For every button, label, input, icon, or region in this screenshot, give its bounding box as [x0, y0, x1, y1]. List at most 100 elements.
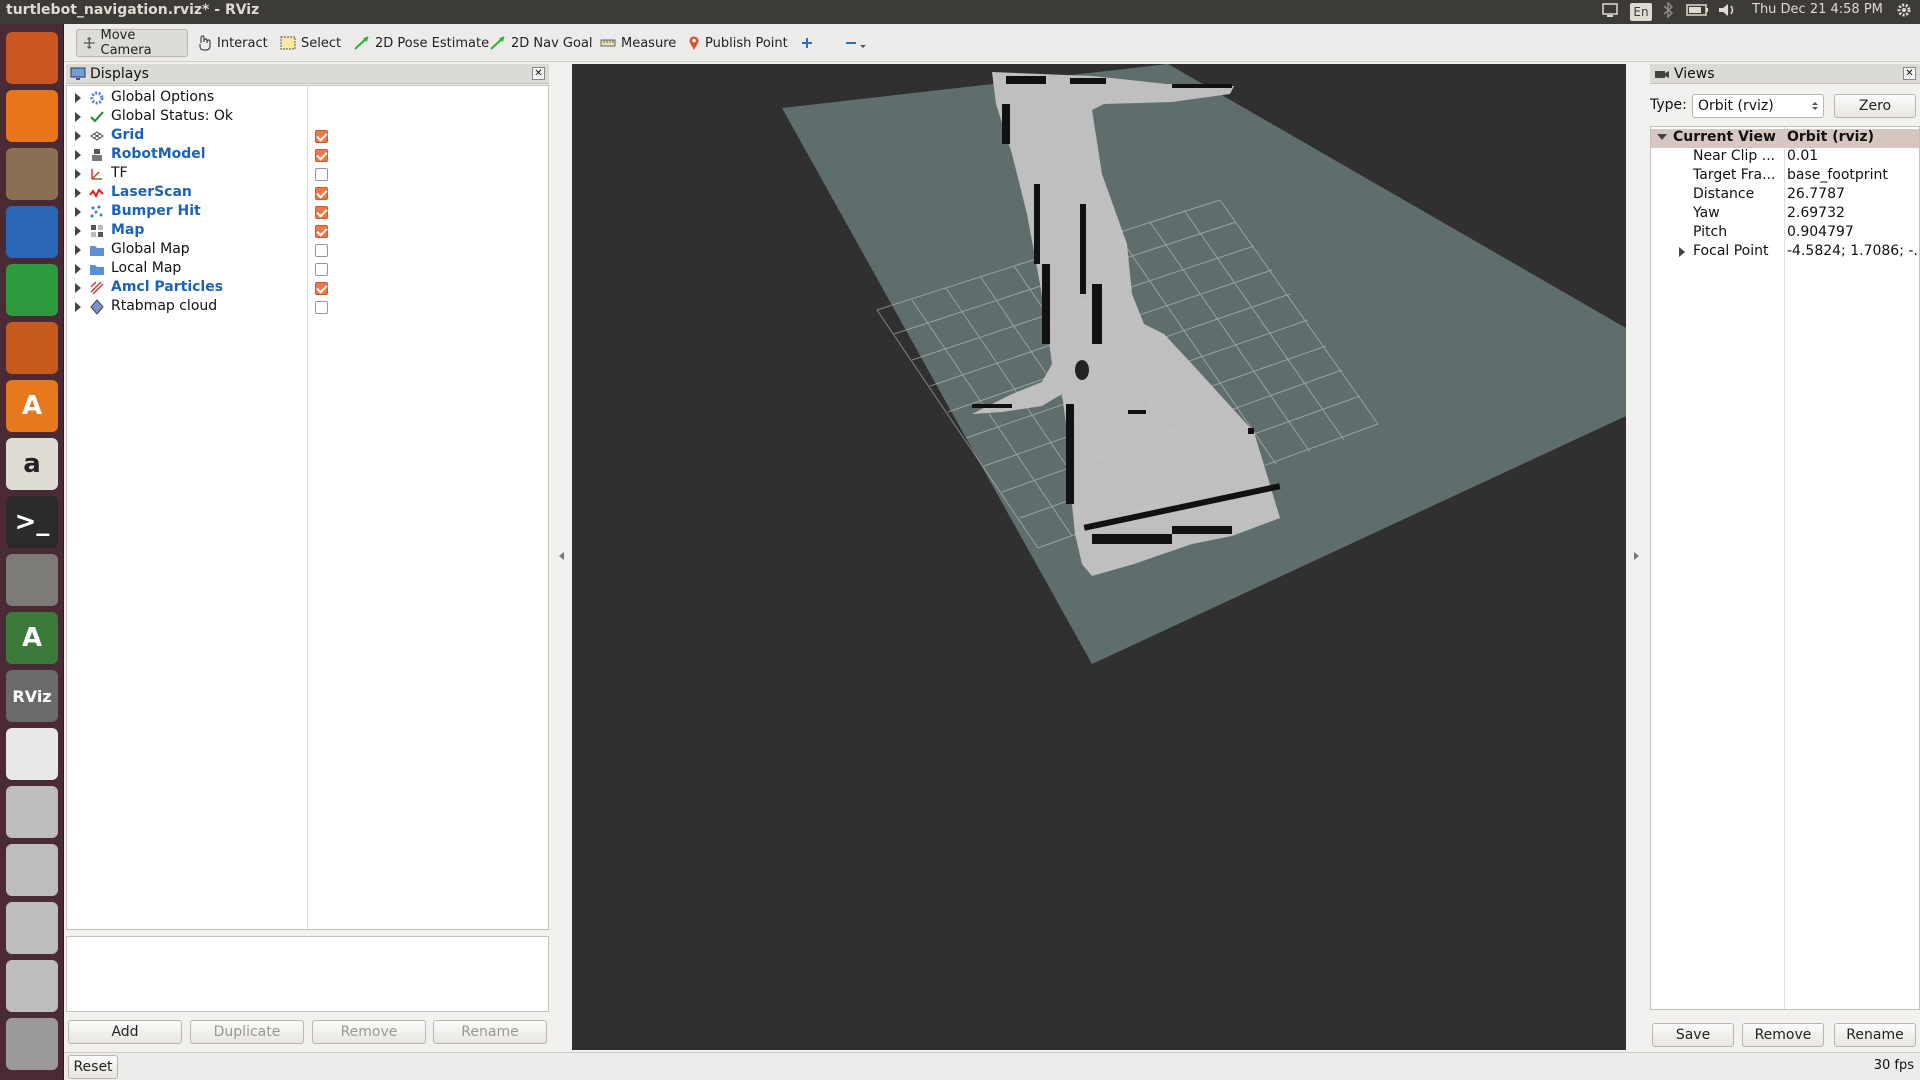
launcher-writer-icon[interactable]: [6, 206, 58, 258]
expand-arrow-icon[interactable]: [75, 112, 81, 122]
add-tool-button[interactable]: [794, 29, 825, 57]
launcher-drive-3-icon[interactable]: [6, 902, 58, 954]
launcher-drive-2-icon[interactable]: [6, 844, 58, 896]
view-type-select[interactable]: Orbit (rviz): [1692, 94, 1824, 118]
measure-tool[interactable]: Measure: [594, 29, 682, 57]
reset-button[interactable]: Reset: [68, 1055, 118, 1079]
render-viewport[interactable]: [572, 64, 1626, 1050]
launcher-updater-icon[interactable]: A: [6, 612, 58, 664]
expand-arrow-icon[interactable]: [75, 207, 81, 217]
views-panel-header: Views ✕: [1650, 64, 1920, 84]
publish-point-tool[interactable]: Publish Point: [682, 29, 794, 57]
expand-arrow-icon[interactable]: [75, 188, 81, 198]
launcher-software-icon[interactable]: A: [6, 380, 58, 432]
gear-icon[interactable]: [1896, 2, 1912, 22]
display-item-laserscan[interactable]: LaserScan: [67, 184, 547, 203]
collapse-left-handle[interactable]: [559, 552, 564, 560]
enable-checkbox[interactable]: [315, 130, 328, 143]
zero-button[interactable]: Zero: [1834, 94, 1916, 118]
launcher-firefox-icon[interactable]: [6, 90, 58, 142]
view-property-value[interactable]: base_footprint: [1787, 167, 1917, 183]
launcher-drive-1-icon[interactable]: [6, 786, 58, 838]
display-item-robotmodel[interactable]: RobotModel: [67, 146, 547, 165]
view-property-row[interactable]: Target Fra... base_footprint: [1651, 167, 1919, 186]
remove-view-button[interactable]: Remove: [1742, 1023, 1824, 1047]
display-item-global-map[interactable]: Global Map: [67, 241, 547, 260]
launcher-chrome-icon[interactable]: [6, 728, 58, 780]
expand-arrow-icon[interactable]: [75, 150, 81, 160]
expand-arrow-icon[interactable]: [75, 93, 81, 103]
expand-arrow-icon[interactable]: [75, 131, 81, 141]
volume-icon[interactable]: [1718, 2, 1738, 22]
add-display-button[interactable]: Add: [68, 1020, 182, 1044]
view-property-value[interactable]: 0.01: [1787, 148, 1917, 164]
launcher-ubuntu-dash-icon[interactable]: [6, 32, 58, 84]
expand-arrow-icon[interactable]: [75, 302, 81, 312]
expand-arrow-icon[interactable]: [75, 226, 81, 236]
view-property-row[interactable]: Yaw 2.69732: [1651, 205, 1919, 224]
save-view-button[interactable]: Save: [1652, 1023, 1734, 1047]
close-icon[interactable]: ✕: [1903, 67, 1916, 80]
enable-checkbox[interactable]: [315, 149, 328, 162]
enable-checkbox[interactable]: [315, 225, 328, 238]
view-property-row[interactable]: Near Clip ... 0.01: [1651, 148, 1919, 167]
view-property-value[interactable]: 0.904797: [1787, 224, 1917, 240]
remove-display-button[interactable]: Remove: [312, 1020, 426, 1044]
launcher-drive-4-icon[interactable]: [6, 960, 58, 1012]
view-property-row[interactable]: Focal Point -4.5824; 1.7086; -...: [1651, 243, 1919, 262]
launcher-amazon-icon[interactable]: a: [6, 438, 58, 490]
nav-goal-tool[interactable]: 2D Nav Goal: [484, 29, 599, 57]
remove-tool-button[interactable]: [838, 29, 879, 57]
display-item-tf[interactable]: TF: [67, 165, 547, 184]
duplicate-display-button[interactable]: Duplicate: [190, 1020, 304, 1044]
launcher-calc-icon[interactable]: [6, 264, 58, 316]
launcher-rviz-icon[interactable]: RViz: [6, 670, 58, 722]
launcher-settings-icon[interactable]: [6, 554, 58, 606]
expand-arrow-icon[interactable]: [75, 245, 81, 255]
expand-arrow-icon[interactable]: [1657, 134, 1667, 140]
pose-estimate-tool[interactable]: 2D Pose Estimate: [348, 29, 495, 57]
select-tool[interactable]: Select: [274, 29, 347, 57]
expand-arrow-icon[interactable]: [75, 283, 81, 293]
launcher-trash-icon[interactable]: [6, 1018, 58, 1070]
enable-checkbox[interactable]: [315, 187, 328, 200]
view-property-value[interactable]: 2.69732: [1787, 205, 1917, 221]
close-icon[interactable]: ✕: [532, 67, 545, 80]
enable-checkbox[interactable]: [315, 168, 328, 181]
grid-icon: [90, 131, 104, 141]
display-item-global-options[interactable]: Global Options: [67, 89, 547, 108]
rename-display-button[interactable]: Rename: [433, 1020, 547, 1044]
launcher-terminal-icon[interactable]: >_: [6, 496, 58, 548]
clock[interactable]: Thu Dec 21 4:58 PM: [1752, 2, 1883, 17]
enable-checkbox[interactable]: [315, 282, 328, 295]
view-property-row[interactable]: Pitch 0.904797: [1651, 224, 1919, 243]
enable-checkbox[interactable]: [315, 206, 328, 219]
expand-arrow-icon[interactable]: [1679, 247, 1685, 257]
display-item-grid[interactable]: Grid: [67, 127, 547, 146]
move-camera-tool[interactable]: Move Camera: [76, 28, 188, 58]
bluetooth-icon[interactable]: [1662, 1, 1674, 22]
enable-checkbox[interactable]: [315, 244, 328, 257]
collapse-right-handle[interactable]: [1634, 552, 1639, 560]
display-item-amcl-particles[interactable]: Amcl Particles: [67, 279, 547, 298]
interact-tool[interactable]: Interact: [192, 29, 274, 57]
battery-icon[interactable]: [1686, 2, 1710, 22]
expand-arrow-icon[interactable]: [75, 264, 81, 274]
display-item-bumper-hit[interactable]: Bumper Hit: [67, 203, 547, 222]
display-item-map[interactable]: Map: [67, 222, 547, 241]
enable-checkbox[interactable]: [315, 301, 328, 314]
rename-view-button[interactable]: Rename: [1834, 1023, 1916, 1047]
display-item-local-map[interactable]: Local Map: [67, 260, 547, 279]
launcher-files-icon[interactable]: [6, 148, 58, 200]
view-property-row[interactable]: Distance 26.7787: [1651, 186, 1919, 205]
launcher-impress-icon[interactable]: [6, 322, 58, 374]
current-view-row[interactable]: Current View Orbit (rviz): [1651, 129, 1919, 148]
display-icon[interactable]: [1602, 2, 1618, 22]
language-indicator[interactable]: En: [1630, 3, 1652, 21]
view-property-value[interactable]: 26.7787: [1787, 186, 1917, 202]
expand-arrow-icon[interactable]: [75, 169, 81, 179]
enable-checkbox[interactable]: [315, 263, 328, 276]
view-property-value[interactable]: -4.5824; 1.7086; -...: [1787, 243, 1917, 259]
display-item-rtabmap-cloud[interactable]: Rtabmap cloud: [67, 298, 547, 317]
display-item-global-status-ok[interactable]: Global Status: Ok: [67, 108, 547, 127]
